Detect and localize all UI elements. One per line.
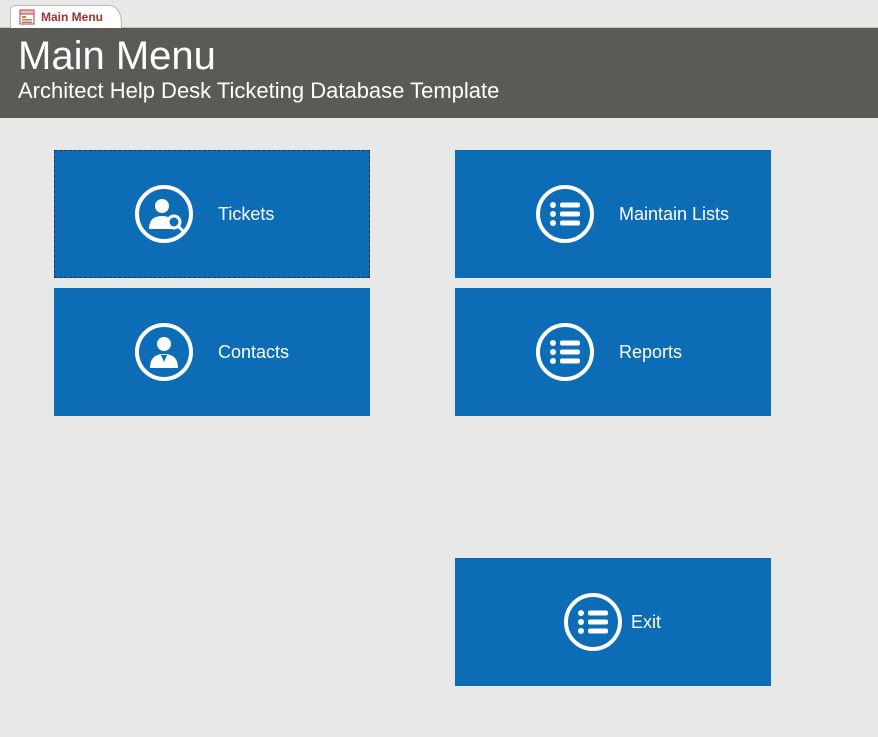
tile-label: Tickets <box>218 204 274 225</box>
exit-button[interactable]: Exit <box>455 558 771 686</box>
list-icon <box>535 322 595 382</box>
tickets-button[interactable]: Tickets <box>54 150 370 278</box>
tile-label: Maintain Lists <box>619 204 729 225</box>
tab-main-menu[interactable]: Main Menu <box>10 5 122 28</box>
list-icon <box>535 184 595 244</box>
tab-bar: Main Menu <box>0 0 878 28</box>
person-icon <box>134 322 194 382</box>
tile-grid: Tickets Maintain Lists <box>54 150 824 416</box>
tile-label: Exit <box>631 612 661 633</box>
person-search-icon <box>134 184 194 244</box>
tile-label: Contacts <box>218 342 289 363</box>
list-icon <box>563 592 623 652</box>
tile-label: Reports <box>619 342 682 363</box>
page-title: Main Menu <box>18 34 860 78</box>
header: Main Menu Architect Help Desk Ticketing … <box>0 28 878 118</box>
reports-button[interactable]: Reports <box>455 288 771 416</box>
content-area: Tickets Maintain Lists <box>0 118 878 737</box>
tab-label: Main Menu <box>41 10 103 24</box>
maintain-lists-button[interactable]: Maintain Lists <box>455 150 771 278</box>
contacts-button[interactable]: Contacts <box>54 288 370 416</box>
form-icon <box>19 9 35 25</box>
page-subtitle: Architect Help Desk Ticketing Database T… <box>18 78 860 104</box>
